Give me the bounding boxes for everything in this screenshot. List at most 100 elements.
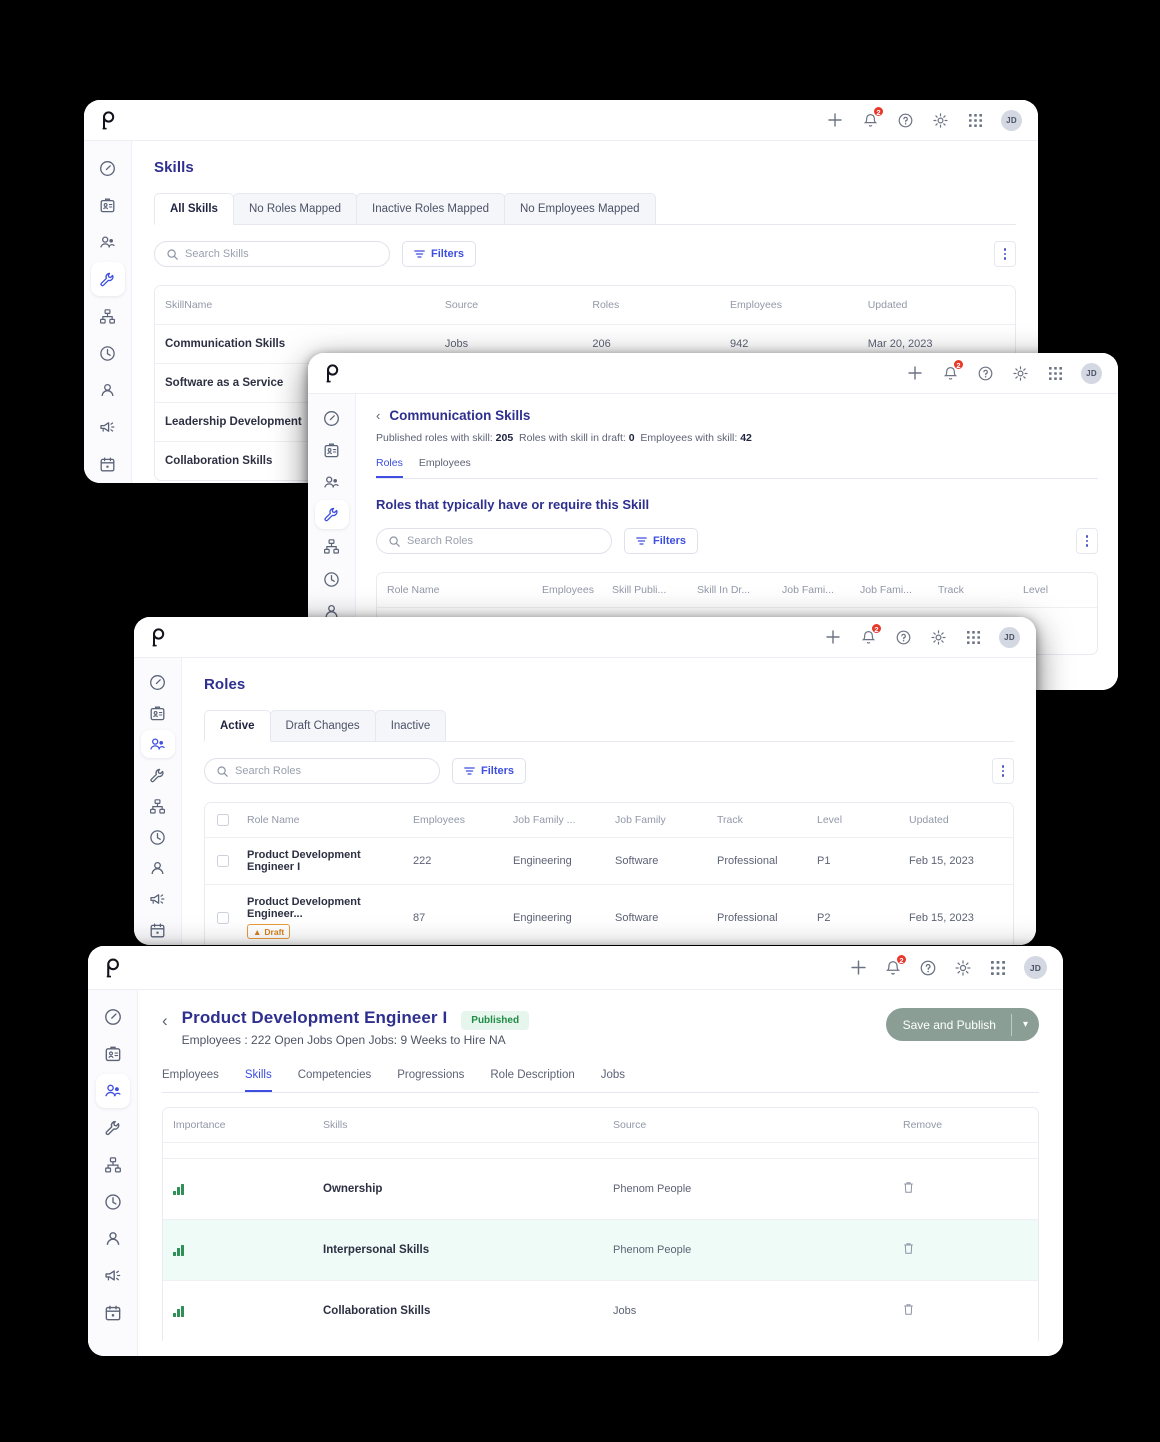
sidebar-item-jobs[interactable] (315, 436, 349, 465)
gear-icon[interactable] (1011, 364, 1029, 382)
sidebar-item-campaigns[interactable] (96, 1259, 130, 1293)
apps-grid-icon[interactable] (966, 111, 984, 129)
search-icon (217, 765, 228, 777)
tab-all-skills[interactable]: All Skills (154, 193, 234, 225)
bell-icon[interactable]: 2 (861, 106, 884, 129)
search-input[interactable]: Search Roles (376, 528, 612, 554)
filters-button[interactable]: Filters (624, 528, 699, 554)
bell-icon[interactable]: 2 (941, 359, 964, 382)
select-all-checkbox[interactable] (205, 803, 237, 837)
sidebar-item-roles[interactable] (315, 468, 349, 497)
sidebar-item-roles[interactable] (140, 730, 175, 759)
tab-inactive-roles-mapped[interactable]: Inactive Roles Mapped (356, 193, 505, 224)
tab-inactive[interactable]: Inactive (374, 710, 447, 741)
tab-no-employees-mapped[interactable]: No Employees Mapped (503, 193, 656, 224)
trash-icon[interactable] (903, 1182, 914, 1197)
tab-draft-changes[interactable]: Draft Changes (269, 710, 376, 741)
more-options-button[interactable] (1076, 528, 1098, 554)
sidebar-item-calendar[interactable] (141, 917, 175, 945)
table-row[interactable]: Ownership Phenom People (163, 1159, 1038, 1220)
row-checkbox[interactable] (205, 901, 237, 935)
avatar[interactable]: JD (1024, 956, 1047, 979)
table-row[interactable]: Product Development Engineer I 222 Engin… (205, 838, 1013, 885)
sidebar-item-history[interactable] (96, 1185, 130, 1219)
apps-grid-icon[interactable] (964, 628, 982, 646)
sidebar-item-roles[interactable] (95, 1074, 130, 1108)
tab-skills[interactable]: Skills (244, 1069, 272, 1092)
sidebar-item-roles[interactable] (91, 225, 125, 259)
plus-icon[interactable] (826, 111, 844, 129)
plus-icon[interactable] (824, 628, 842, 646)
tab-employees[interactable]: Employees (162, 1069, 219, 1092)
avatar[interactable]: JD (1001, 109, 1022, 131)
sidebar-item-dashboard[interactable] (141, 668, 175, 696)
cell-remove[interactable] (893, 1281, 1013, 1341)
tab-progressions[interactable]: Progressions (397, 1069, 464, 1092)
sidebar-item-calendar[interactable] (91, 447, 125, 481)
table-row[interactable]: Collaboration Skills Jobs (163, 1281, 1038, 1341)
help-icon[interactable] (894, 628, 912, 646)
sidebar-item-history[interactable] (141, 824, 175, 852)
row-checkbox[interactable] (205, 844, 237, 878)
avatar[interactable]: JD (999, 626, 1020, 648)
back-button[interactable]: ‹ (376, 409, 380, 422)
search-input[interactable]: Search Roles (204, 758, 440, 784)
sidebar-item-org-structure[interactable] (315, 532, 349, 561)
trash-icon[interactable] (903, 1304, 914, 1319)
help-icon[interactable] (919, 959, 937, 977)
plus-icon[interactable] (849, 959, 867, 977)
back-button[interactable]: ‹ (162, 1012, 168, 1029)
tab-active[interactable]: Active (204, 710, 271, 742)
sidebar-item-dashboard[interactable] (91, 151, 125, 185)
sidebar-item-history[interactable] (315, 565, 349, 594)
help-icon[interactable] (976, 364, 994, 382)
sidebar-item-dashboard[interactable] (315, 404, 349, 433)
apps-grid-icon[interactable] (1046, 364, 1064, 382)
help-icon[interactable] (896, 111, 914, 129)
filters-button[interactable]: Filters (402, 241, 477, 267)
chevron-down-icon[interactable]: ▾ (1012, 1019, 1039, 1030)
cell-remove[interactable] (893, 1220, 1013, 1280)
sidebar-item-skills[interactable] (90, 262, 125, 296)
sidebar-item-profile[interactable] (141, 855, 175, 883)
sidebar-item-org-structure[interactable] (91, 299, 125, 333)
sidebar-item-skills[interactable] (96, 1111, 130, 1145)
sidebar-item-skills[interactable] (141, 761, 175, 789)
tab-employees[interactable]: Employees (419, 457, 471, 478)
tab-no-roles-mapped[interactable]: No Roles Mapped (232, 193, 357, 224)
sidebar-item-jobs[interactable] (91, 188, 125, 222)
cell-remove[interactable] (893, 1159, 1013, 1219)
sidebar-item-history[interactable] (91, 336, 125, 370)
avatar[interactable]: JD (1081, 362, 1102, 384)
tab-jobs[interactable]: Jobs (601, 1069, 625, 1092)
save-and-publish-button[interactable]: Save and Publish ▾ (885, 1008, 1039, 1041)
gear-icon[interactable] (931, 111, 949, 129)
gear-icon[interactable] (929, 628, 947, 646)
sidebar-item-calendar[interactable] (96, 1296, 130, 1330)
search-input[interactable]: Search Skills (154, 241, 390, 267)
plus-icon[interactable] (906, 364, 924, 382)
sidebar-item-dashboard[interactable] (96, 1000, 130, 1034)
sidebar-item-org-structure[interactable] (96, 1148, 130, 1182)
more-options-button[interactable] (994, 241, 1016, 267)
table-row[interactable]: Product Development Engineer... ▲ Draft … (205, 885, 1013, 945)
more-options-button[interactable] (992, 758, 1014, 784)
sidebar-item-campaigns[interactable] (91, 410, 125, 444)
sidebar-item-campaigns[interactable] (141, 886, 175, 914)
gear-icon[interactable] (954, 959, 972, 977)
tab-roles[interactable]: Roles (376, 457, 403, 478)
sidebar-item-profile[interactable] (91, 373, 125, 407)
apps-grid-icon[interactable] (989, 959, 1007, 977)
sidebar-item-jobs[interactable] (141, 699, 175, 727)
sidebar-item-jobs[interactable] (96, 1037, 130, 1071)
bell-icon[interactable]: 2 (859, 623, 882, 646)
sidebar-item-profile[interactable] (96, 1222, 130, 1256)
trash-icon[interactable] (903, 1243, 914, 1258)
table-row[interactable]: Interpersonal Skills Phenom People (163, 1220, 1038, 1281)
filters-button[interactable]: Filters (452, 758, 527, 784)
tab-competencies[interactable]: Competencies (298, 1069, 372, 1092)
bell-icon[interactable]: 2 (884, 953, 907, 977)
tab-role-description[interactable]: Role Description (490, 1069, 574, 1092)
sidebar-item-skills[interactable] (314, 500, 349, 530)
sidebar-item-org-structure[interactable] (141, 792, 175, 820)
